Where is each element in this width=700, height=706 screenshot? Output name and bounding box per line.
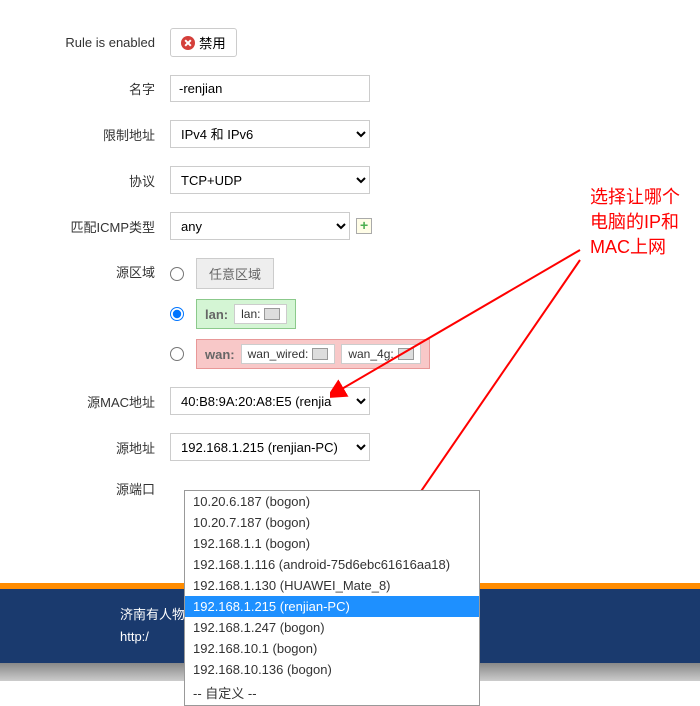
source-mac-select[interactable]: 40:B8:9A:20:A8:E5 (renjia — [170, 387, 370, 415]
dropdown-option[interactable]: 10.20.7.187 (bogon) — [185, 512, 479, 533]
zone-wan-iface1: wan_wired: — [241, 344, 336, 364]
source-zone-label: 源区域 — [20, 258, 170, 281]
name-label: 名字 — [20, 79, 170, 98]
zone-wan-badge: wan: wan_wired: wan_4g: — [196, 339, 430, 369]
add-icon[interactable] — [356, 218, 372, 234]
network-icon — [398, 348, 414, 360]
dropdown-option[interactable]: -- 自定义 -- — [185, 680, 479, 705]
source-addr-label: 源地址 — [20, 438, 170, 457]
zone-any-label: 任意区域 — [196, 258, 274, 289]
zone-lan-badge: lan: lan: — [196, 299, 296, 329]
dropdown-option[interactable]: 192.168.10.136 (bogon) — [185, 659, 479, 680]
zone-wan-iface2: wan_4g: — [341, 344, 420, 364]
source-mac-label: 源MAC地址 — [20, 392, 170, 411]
name-input[interactable] — [170, 75, 370, 102]
source-addr-select[interactable]: 192.168.1.215 (renjian-PC) — [170, 433, 370, 461]
dropdown-option[interactable]: 10.20.6.187 (bogon) — [185, 491, 479, 512]
source-port-label: 源端口 — [20, 479, 170, 498]
zone-lan-iface: lan: — [234, 304, 287, 324]
dropdown-option[interactable]: 192.168.1.247 (bogon) — [185, 617, 479, 638]
icmp-label: 匹配ICMP类型 — [20, 217, 170, 236]
restrict-addr-label: 限制地址 — [20, 125, 170, 144]
zone-wan-radio[interactable] — [170, 347, 184, 361]
disable-button[interactable]: 禁用 — [170, 28, 237, 57]
disable-button-label: 禁用 — [199, 33, 226, 52]
dropdown-option[interactable]: 192.168.1.1 (bogon) — [185, 533, 479, 554]
annotation-text: 选择让哪个 电脑的IP和 MAC上网 — [590, 185, 680, 261]
rule-enabled-label: Rule is enabled — [20, 35, 170, 50]
dropdown-option[interactable]: 192.168.1.116 (android-75d6ebc61616aa18) — [185, 554, 479, 575]
network-icon — [264, 308, 280, 320]
dropdown-option[interactable]: 192.168.10.1 (bogon) — [185, 638, 479, 659]
dropdown-option[interactable]: 192.168.1.130 (HUAWEI_Mate_8) — [185, 575, 479, 596]
icmp-select[interactable]: any — [170, 212, 350, 240]
source-addr-dropdown[interactable]: 10.20.6.187 (bogon)10.20.7.187 (bogon)19… — [184, 490, 480, 706]
zone-any-radio[interactable] — [170, 267, 184, 281]
protocol-select[interactable]: TCP+UDP — [170, 166, 370, 194]
protocol-label: 协议 — [20, 171, 170, 190]
network-icon — [312, 348, 328, 360]
dropdown-option[interactable]: 192.168.1.215 (renjian-PC) — [185, 596, 479, 617]
restrict-addr-select[interactable]: IPv4 和 IPv6 — [170, 120, 370, 148]
close-icon — [181, 36, 195, 50]
zone-lan-radio[interactable] — [170, 307, 184, 321]
